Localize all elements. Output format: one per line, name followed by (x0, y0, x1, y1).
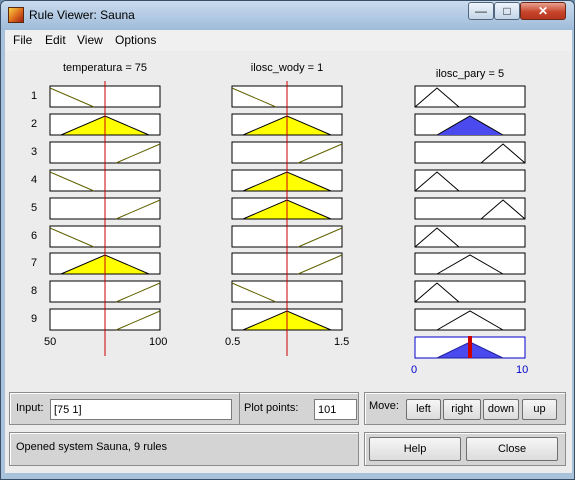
close-button[interactable]: Close (466, 437, 558, 461)
matlab-logo-icon (8, 7, 24, 23)
rule-viewer-window: Rule Viewer: Sauna — □ ✕ File Edit View … (0, 0, 575, 480)
rule-5-ilosc_pary-box[interactable] (414, 197, 526, 220)
move-label: Move: (369, 400, 399, 412)
maximize-button[interactable]: □ (494, 2, 520, 20)
rule-plots[interactable] (5, 51, 572, 363)
input1-min-tick: 50 (44, 336, 57, 348)
status-text: Opened system Sauna, 9 rules (16, 441, 168, 453)
plot-points-field[interactable] (314, 399, 357, 420)
title-bar[interactable]: Rule Viewer: Sauna — □ ✕ (1, 1, 574, 30)
move-down-button[interactable]: down (483, 399, 519, 420)
input2-min-tick: 0.5 (225, 336, 241, 348)
menu-options[interactable]: Options (115, 33, 156, 47)
rule-3-ilosc_pary-box[interactable] (414, 141, 526, 164)
input2-max-tick: 1.5 (334, 336, 350, 348)
minimize-button[interactable]: — (468, 2, 494, 20)
rule-4-ilosc_pary-box[interactable] (414, 169, 526, 192)
window-title: Rule Viewer: Sauna (29, 8, 135, 22)
input-vector-field[interactable] (50, 399, 232, 420)
menu-view[interactable]: View (77, 33, 103, 47)
rule-8-ilosc_pary-box[interactable] (414, 280, 526, 303)
output-min-tick: 0 (411, 364, 418, 376)
move-panel: Move: left right down up (364, 392, 566, 425)
rule-6-ilosc_pary-box[interactable] (414, 225, 526, 248)
rule-7-ilosc_pary-box[interactable] (414, 252, 526, 275)
move-right-button[interactable]: right (443, 399, 481, 420)
menu-edit[interactable]: Edit (45, 33, 66, 47)
action-panel: Help Close (364, 432, 566, 466)
rule-1-ilosc_pary-box[interactable] (414, 85, 526, 108)
input-panel: Input: Plot points: (9, 392, 359, 425)
menu-file[interactable]: File (13, 33, 32, 47)
menu-bar: File Edit View Options (5, 30, 572, 51)
input-label: Input: (16, 402, 44, 414)
plot-points-label: Plot points: (244, 402, 299, 414)
move-up-button[interactable]: up (522, 399, 557, 420)
rule-9-ilosc_pary-box[interactable] (414, 308, 526, 331)
help-button[interactable]: Help (369, 437, 461, 461)
client-area: temperatura = 75 ilosc_wody = 1 ilosc_pa… (5, 51, 572, 473)
move-left-button[interactable]: left (406, 399, 441, 420)
output-max-tick: 10 (516, 364, 529, 376)
status-panel: Opened system Sauna, 9 rules (9, 432, 359, 466)
input1-max-tick: 100 (149, 336, 168, 348)
close-window-button[interactable]: ✕ (520, 2, 566, 20)
